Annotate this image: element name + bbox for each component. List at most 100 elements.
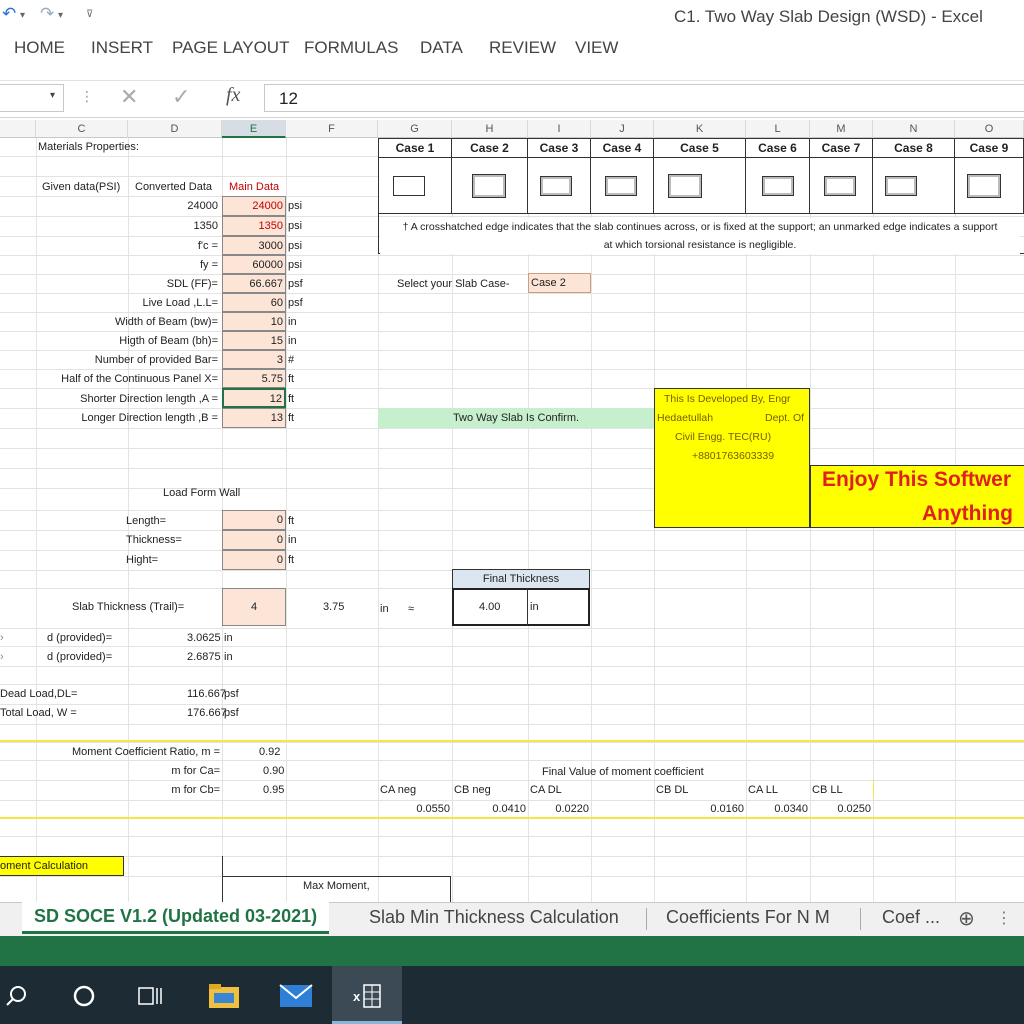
case-9-header[interactable]: Case 9 (955, 138, 1024, 158)
case-1-diagram[interactable] (378, 158, 452, 214)
coef-value-ca-dl: 0.0220 (555, 803, 589, 815)
file-explorer-icon[interactable] (198, 970, 250, 1022)
case-4-diagram[interactable] (591, 158, 654, 214)
case-1-header[interactable]: Case 1 (378, 138, 452, 158)
case-6-header[interactable]: Case 6 (746, 138, 810, 158)
materials-title: Materials Properties: (38, 141, 139, 153)
main-value-9[interactable]: 3 (222, 350, 286, 369)
case-3-diagram[interactable] (528, 158, 591, 214)
column-header-m[interactable]: M (810, 120, 873, 138)
sheet-tab-coefficients[interactable]: Coefficients For N M (666, 907, 830, 928)
column-header-i[interactable]: I (528, 120, 591, 138)
tab-home[interactable]: HOME (14, 38, 65, 58)
wall-length-input[interactable]: 0 (222, 510, 286, 530)
coef-header-ca-neg: CA neg (380, 784, 417, 796)
case-8-header[interactable]: Case 8 (873, 138, 955, 158)
main-value-5[interactable]: 66.667 (222, 274, 286, 293)
wall-height-input[interactable]: 0 (222, 550, 286, 570)
case-3-header[interactable]: Case 3 (528, 138, 591, 158)
main-value-1[interactable]: 24000 (222, 196, 286, 216)
sheet-tab-slab-min-thickness[interactable]: Slab Min Thickness Calculation (369, 907, 619, 928)
column-header-o[interactable]: O (955, 120, 1024, 138)
case-4-header[interactable]: Case 4 (591, 138, 654, 158)
select-case-label: Select your Slab Case- (397, 278, 510, 290)
mail-icon[interactable] (270, 970, 322, 1022)
main-value-4[interactable]: 60000 (222, 255, 286, 274)
case-2-diagram[interactable] (452, 158, 528, 214)
tab-insert[interactable]: INSERT (91, 38, 153, 58)
search-icon[interactable] (0, 970, 42, 1022)
dead-load-value: 116.667 (187, 688, 226, 700)
main-value-7[interactable]: 10 (222, 312, 286, 331)
main-value-2[interactable]: 1350 (222, 216, 286, 236)
case-2-header[interactable]: Case 2 (452, 138, 528, 158)
case-select-dropdown[interactable]: Case 2 (528, 273, 591, 293)
main-value-12[interactable]: 13 (222, 408, 286, 428)
enter-icon[interactable]: ✓ (172, 84, 190, 110)
column-header-f[interactable]: F (286, 120, 378, 138)
undo-icon[interactable]: ↶ (2, 4, 16, 24)
column-header-j[interactable]: J (591, 120, 654, 138)
name-box[interactable]: ▾ (0, 84, 64, 112)
column-header-l[interactable]: L (746, 120, 810, 138)
case-7-diagram[interactable] (810, 158, 873, 214)
tab-formulas[interactable]: FORMULAS (304, 38, 398, 58)
undo-dropdown-icon[interactable]: ▾ (20, 10, 25, 21)
slab-case-7-icon (824, 176, 856, 196)
main-value-11[interactable]: 12 (222, 388, 286, 408)
tab-page-layout[interactable]: PAGE LAYOUT (172, 38, 289, 58)
tab-review[interactable]: REVIEW (489, 38, 556, 58)
cases-note-line2: at which torsional resistance is negligi… (380, 236, 1020, 254)
customize-qat-icon[interactable]: ⊽ (86, 9, 93, 20)
task-view-icon[interactable] (124, 970, 176, 1022)
cancel-icon[interactable]: ✕ (120, 84, 138, 110)
unit-12: ft (288, 412, 295, 424)
slab-thickness-label: Slab Thickness (Trail)= (72, 601, 185, 613)
case-5-diagram[interactable] (654, 158, 746, 214)
unit-10: ft (288, 373, 295, 385)
slab-thickness-trial-input[interactable]: 4 (222, 588, 286, 626)
tab-data[interactable]: DATA (420, 38, 463, 58)
unit-6: psf (288, 297, 303, 309)
tab-view[interactable]: VIEW (575, 38, 618, 58)
case-5-header[interactable]: Case 5 (654, 138, 746, 158)
spreadsheet-grid[interactable]: Materials Properties: Given data(PSI) Co… (0, 138, 1024, 902)
case-8-diagram[interactable] (873, 158, 955, 214)
insert-function-icon[interactable]: fx (226, 84, 240, 107)
given-data-header: Given data(PSI) (42, 181, 121, 193)
name-box-dropdown-icon[interactable]: ▾ (50, 90, 55, 101)
main-value-3[interactable]: 3000 (222, 236, 286, 255)
slab-case-9-icon (967, 174, 1001, 198)
add-sheet-icon[interactable]: ⊕ (958, 906, 975, 931)
column-header-d[interactable]: D (128, 120, 222, 138)
cortana-icon[interactable] (58, 970, 110, 1022)
sheet-options-icon[interactable]: ⋮ (996, 908, 1012, 928)
wall-thickness-input[interactable]: 0 (222, 530, 286, 550)
formula-input[interactable]: 12 (264, 84, 1024, 112)
column-header-n[interactable]: N (873, 120, 955, 138)
sheet-tab-coef[interactable]: Coef ... (882, 907, 940, 928)
given-value-1[interactable]: 24000 (128, 197, 218, 215)
column-header-c[interactable]: C (36, 120, 128, 138)
main-value-6[interactable]: 60 (222, 293, 286, 312)
column-header-g[interactable]: G (378, 120, 452, 138)
case-6-diagram[interactable] (746, 158, 810, 214)
given-value-2[interactable]: 1350 (128, 217, 218, 235)
row-arrow-icon-1: › (0, 632, 4, 644)
m-ca-value: 0.90 (263, 765, 285, 777)
column-header-b[interactable] (0, 120, 36, 138)
main-value-8[interactable]: 15 (222, 331, 286, 350)
column-header-e[interactable]: E (222, 120, 286, 138)
column-header-h[interactable]: H (452, 120, 528, 138)
d-provided-label-1: d (provided)= (47, 632, 113, 644)
main-value-10[interactable]: 5.75 (222, 369, 286, 388)
redo-dropdown-icon[interactable]: ▾ (58, 10, 63, 21)
column-header-k[interactable]: K (654, 120, 746, 138)
case-9-diagram[interactable] (955, 158, 1024, 214)
redo-icon[interactable]: ↷ (40, 4, 54, 24)
case-7-header[interactable]: Case 7 (810, 138, 873, 158)
sheet-tab-active[interactable]: SD SOCE V1.2 (Updated 03-2021) (22, 902, 330, 934)
row-arrow-icon-2: › (0, 651, 4, 663)
coef-header-cb-neg: CB neg (454, 784, 491, 796)
unit-11: ft (288, 393, 295, 405)
